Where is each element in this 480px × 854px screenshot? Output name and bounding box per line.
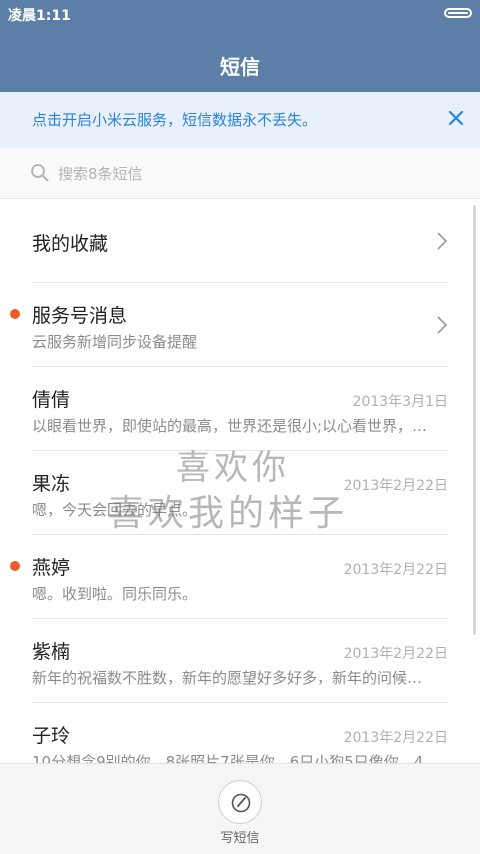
conversation-item[interactable]: 燕婷 2013年2月22日 嗯。收到啦。同乐同乐。 [0,535,480,619]
search-bar[interactable]: 搜索8条短信 [0,148,480,199]
service-title: 服务号消息 [32,305,128,327]
search-input[interactable]: 搜索8条短信 [58,163,143,184]
message-preview: 新年的祝福数不胜数，新年的愿望好多好多，新年的问候… [32,669,423,687]
compose-label[interactable]: 写短信 [0,827,480,846]
contact-name: 果冻 [32,473,71,495]
compose-icon [231,793,251,813]
conversation-item[interactable]: 紫楠 2013年2月22日 新年的祝福数不胜数，新年的愿望好多好多，新年的问候… [0,619,480,703]
bottom-action-bar: 写短信 [0,763,480,854]
unread-dot [10,561,20,571]
search-icon [30,163,50,183]
favorites-row[interactable]: 我的收藏 [0,199,480,283]
battery-icon [444,8,472,18]
chevron-right-icon [436,316,448,334]
contact-name: 燕婷 [32,557,71,579]
chevron-right-icon [436,232,448,250]
conversation-item[interactable]: 果冻 2013年2月22日 嗯，今天会回去的早点。 [0,451,480,535]
contact-name: 紫楠 [32,641,71,663]
message-preview: 10分想念9别的你，8张照片7张是你，6只小狗5只像你，4… [32,753,439,763]
unread-dot [10,309,20,319]
service-messages-row[interactable]: 服务号消息 云服务新增同步设备提醒 [0,283,480,367]
favorites-label: 我的收藏 [32,233,109,255]
message-preview: 以眼看世界，即使站的最高，世界还是很小;以心看世界，… [32,417,428,435]
status-time: 凌晨1:11 [8,8,71,24]
service-subtitle: 云服务新增同步设备提醒 [32,333,198,351]
cloud-service-banner[interactable]: 点击开启小米云服务，短信数据永不丢失。 [0,92,480,148]
compose-button[interactable] [218,780,262,824]
message-date: 2013年2月22日 [343,730,448,746]
message-date: 2013年2月22日 [343,646,448,662]
contact-name: 子玲 [32,725,71,747]
app-header: 短信 [0,28,480,92]
message-date: 2013年3月1日 [352,394,448,410]
conversation-list[interactable]: 我的收藏 服务号消息 云服务新增同步设备提醒 倩倩 2013年3月1日 以眼看世… [0,199,480,763]
message-date: 2013年2月22日 [343,478,448,494]
page-title: 短信 [220,55,260,79]
status-bar: 凌晨1:11 [0,0,480,28]
list-scrollbar[interactable] [473,205,476,635]
contact-name: 倩倩 [32,389,71,411]
banner-text[interactable]: 点击开启小米云服务，短信数据永不丢失。 [32,109,317,130]
conversation-item[interactable]: 子玲 2013年2月22日 10分想念9别的你，8张照片7张是你，6只小狗5只像… [0,703,480,763]
message-preview: 嗯。收到啦。同乐同乐。 [32,585,198,603]
close-icon[interactable] [444,106,468,130]
message-preview: 嗯，今天会回去的早点。 [32,501,198,519]
conversation-item[interactable]: 倩倩 2013年3月1日 以眼看世界，即使站的最高，世界还是很小;以心看世界，… [0,367,480,451]
message-date: 2013年2月22日 [343,562,448,578]
